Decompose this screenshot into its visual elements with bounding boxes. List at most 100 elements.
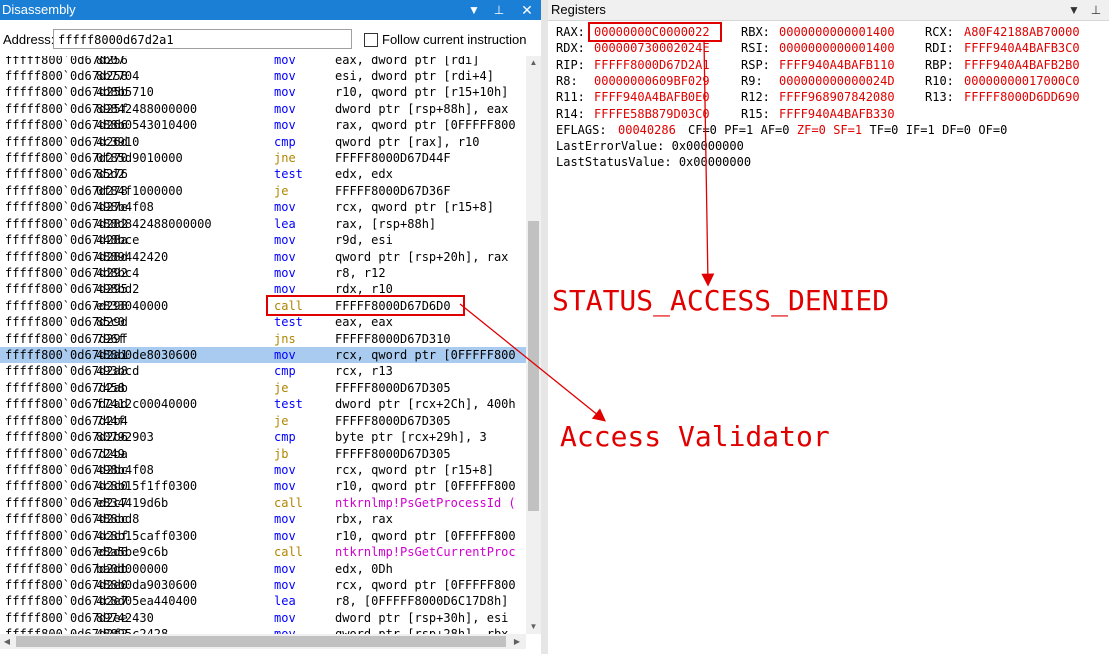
instruction-operands: ntkrnlmp!PsGetCurrentProc (335, 545, 516, 560)
table-row[interactable]: fffff800`0d67d270 0f85d9010000 jne FFFFF800… (0, 150, 526, 166)
register-value[interactable]: FFFF968907842080 (779, 89, 895, 105)
register-name: R15: (741, 106, 770, 121)
register-value[interactable]: FFFF940A4BAFB2B0 (964, 57, 1080, 73)
register-value[interactable]: FFFF940A4BAFB3C0 (964, 40, 1080, 56)
instruction-mnemonic: mov (274, 101, 296, 116)
instruction-operands: FFFFF8000D67D36F (335, 183, 451, 198)
instruction-bytes: 80792903 (96, 430, 154, 445)
register-value[interactable]: 0000000000001400 (779, 24, 895, 40)
instruction-operands: dword ptr [rsp+88h], eax (335, 101, 509, 116)
dropdown-icon[interactable]: ▼ (1066, 0, 1082, 20)
table-row[interactable]: fffff800`0d67d2c0 4c8b15f1ff0300 mov r10, q… (0, 478, 526, 494)
register-value[interactable]: 000000000000024D (779, 73, 895, 89)
address-input[interactable]: fffff8000d67d2a1 (53, 29, 352, 49)
register-value[interactable]: FFFFF8000D6DD690 (964, 89, 1080, 105)
table-row[interactable]: fffff800`0d67d2cc 488bd8 mov rbx, rax (0, 511, 526, 527)
table-row[interactable]: fffff800`0d67d2e7 4c8d05ea440400 lea r8, [0… (0, 593, 526, 609)
register-name: R13: (925, 90, 954, 105)
register-value[interactable]: A80F42188AB70000 (964, 24, 1080, 40)
instruction-operands: rcx, qword ptr [r15+8] (335, 200, 494, 215)
table-row[interactable]: fffff800`0d67d266 488b0543010400 mov rax, q… (0, 117, 526, 133)
register-name: RBP: (925, 57, 954, 72)
instruction-bytes: 48895c2428 (96, 626, 168, 634)
table-row[interactable]: fffff800`0d67d2ab 7458 je FFFFF8000D67D305 (0, 380, 526, 396)
register-value[interactable]: 00000000017000C0 (964, 73, 1080, 89)
table-row[interactable]: fffff800`0d67d25b 4d8b5710 mov r10, qword p… (0, 84, 526, 100)
register-value[interactable]: 0000000000001400 (779, 40, 895, 56)
instruction-mnemonic: test (274, 397, 303, 412)
horizontal-scrollbar[interactable]: ◀ ▶ (0, 634, 526, 649)
table-row[interactable]: fffff800`0d67d2ee 89742430 mov dword ptr [r… (0, 610, 526, 626)
register-value[interactable]: FFFF940A4BAFB0E0 (594, 89, 710, 105)
register-value[interactable]: FFFF940A4BAFB330 (779, 106, 895, 122)
register-value[interactable]: FFFF940A4BAFB110 (779, 57, 895, 73)
table-row-selected[interactable]: fffff800`0d67d2a1 488b0de8030600 mov rcx, q… (0, 347, 526, 364)
scroll-down-icon[interactable]: ▼ (526, 620, 541, 634)
instruction-operands: rcx, qword ptr [r15+8] (335, 463, 494, 477)
register-value[interactable]: FFFFE58B879D03C0 (594, 106, 710, 122)
hscroll-thumb[interactable] (16, 636, 506, 647)
instruction-mnemonic: lea (274, 216, 296, 231)
table-row[interactable]: fffff800`0d67d2ba 7249 jb FFFFF8000D67D305 (0, 446, 526, 462)
register-value[interactable]: FFFFF8000D67D2A1 (594, 57, 710, 73)
table-row[interactable]: fffff800`0d67d2d6 e8a5be9c6b call ntkrnlmp!… (0, 544, 526, 560)
scroll-thumb[interactable] (528, 221, 539, 511)
registers-titlebar: Registers ▼ ⊥ (548, 0, 1109, 21)
instruction-bytes: 488b0de8030600 (96, 348, 198, 363)
instruction-operands: r8, r12 (335, 265, 386, 280)
instruction-bytes: 498b4f08 (96, 463, 154, 477)
instruction-operands: rcx, r13 (335, 364, 393, 379)
flag-value: SF=1 (833, 122, 863, 137)
pin-icon[interactable]: ⊥ (491, 0, 507, 20)
table-row[interactable]: fffff800`0d67d28d 4889442420 mov qword ptr … (0, 249, 526, 265)
table-row[interactable]: fffff800`0d67d27e 498b4f08 mov rcx, qword p… (0, 199, 526, 215)
table-row[interactable]: fffff800`0d67d2a8 493bcd cmp rcx, r13 (0, 363, 526, 379)
table-row[interactable]: fffff800`0d67d25f 89842488000000 mov dword … (0, 101, 526, 117)
instruction-bytes: 7458 (96, 380, 125, 395)
instruction-operands: eax, dword ptr [rdi] (335, 56, 480, 67)
table-row[interactable]: fffff800`0d67d278 0f84f1000000 je FFFFF8000… (0, 183, 526, 199)
register-name: RAX: (556, 25, 585, 39)
disassembly-listing[interactable]: fffff800`0d67d256 8b07 mov eax, dword ptr [… (0, 56, 526, 634)
scroll-right-icon[interactable]: ▶ (510, 634, 524, 649)
table-row[interactable]: fffff800`0d67d2cf 4c8b15caff0300 mov r10, q… (0, 528, 526, 544)
instruction-bytes: 4889442420 (96, 249, 169, 264)
instruction-operands: byte ptr [rcx+29h], 3 (335, 430, 487, 445)
table-row[interactable]: fffff800`0d67d28a 448bce mov r9d, esi (0, 232, 526, 248)
vertical-scrollbar[interactable]: ▲ ▼ (526, 56, 541, 634)
instruction-operands: dword ptr [rcx+2Ch], 400h (335, 397, 516, 412)
table-row[interactable]: fffff800`0d67d2b6 80792903 cmp byte ptr [rc… (0, 429, 526, 445)
follow-instruction-checkbox[interactable] (364, 33, 378, 47)
instruction-mnemonic: mov (274, 249, 296, 264)
table-row[interactable]: fffff800`0d67d256 8b07 mov eax, dword ptr [… (0, 56, 526, 68)
close-icon[interactable]: ✕ (519, 0, 535, 20)
dropdown-icon[interactable]: ▼ (466, 0, 482, 20)
table-row[interactable]: fffff800`0d67d26d 4c3910 cmp qword ptr [rax… (0, 134, 526, 150)
scroll-left-icon[interactable]: ◀ (0, 634, 14, 649)
table-row[interactable]: fffff800`0d67d2ad f7412c00040000 test dword… (0, 396, 526, 412)
flag-value: ZF=0 (796, 122, 826, 137)
follow-instruction-label[interactable]: Follow current instruction (382, 32, 527, 47)
table-row[interactable]: fffff800`0d67d2bc 498b4f08 mov rcx, qword p… (0, 462, 526, 478)
table-row[interactable]: fffff800`0d67d29f 796f jns FFFFF8000D67D310 (0, 331, 526, 347)
pane-splitter[interactable] (541, 0, 548, 654)
table-row[interactable]: fffff800`0d67d2e0 488b0da9030600 mov rcx, q… (0, 577, 526, 593)
register-value[interactable]: 000000730002024E (594, 40, 710, 56)
pin-icon[interactable]: ⊥ (1088, 0, 1104, 20)
table-row[interactable]: fffff800`0d67d292 4d8bc4 mov r8, r12 (0, 265, 526, 281)
table-row[interactable]: fffff800`0d67d29d 85c0 test eax, eax (0, 314, 526, 330)
instruction-bytes: ba0d000000 (96, 561, 169, 576)
table-row[interactable]: fffff800`0d67d2db ba0d000000 mov edx, 0Dh (0, 561, 526, 577)
instruction-operands: FFFFF8000D67D305 (335, 446, 451, 461)
table-row[interactable]: fffff800`0d67d2c7 e834419d6b call ntkrnlmp!… (0, 495, 526, 511)
table-row[interactable]: fffff800`0d67d2b4 744f je FFFFF8000D67D305 (0, 413, 526, 429)
scroll-up-icon[interactable]: ▲ (526, 56, 541, 70)
table-row[interactable]: fffff800`0d67d258 8b7704 mov esi, dword ptr… (0, 68, 526, 84)
instruction-mnemonic: mov (274, 265, 296, 280)
eflags-value[interactable]: 00040286 (618, 122, 676, 138)
instruction-bytes: e833040000 (96, 298, 169, 313)
register-value[interactable]: 00000000609BF029 (594, 73, 710, 89)
table-row[interactable]: fffff800`0d67d2f248895c2428movqword ptr … (0, 626, 526, 634)
table-row[interactable]: fffff800`0d67d282 488d842488000000 lea rax,… (0, 216, 526, 232)
table-row[interactable]: fffff800`0d67d276 85d2 test edx, edx (0, 166, 526, 182)
